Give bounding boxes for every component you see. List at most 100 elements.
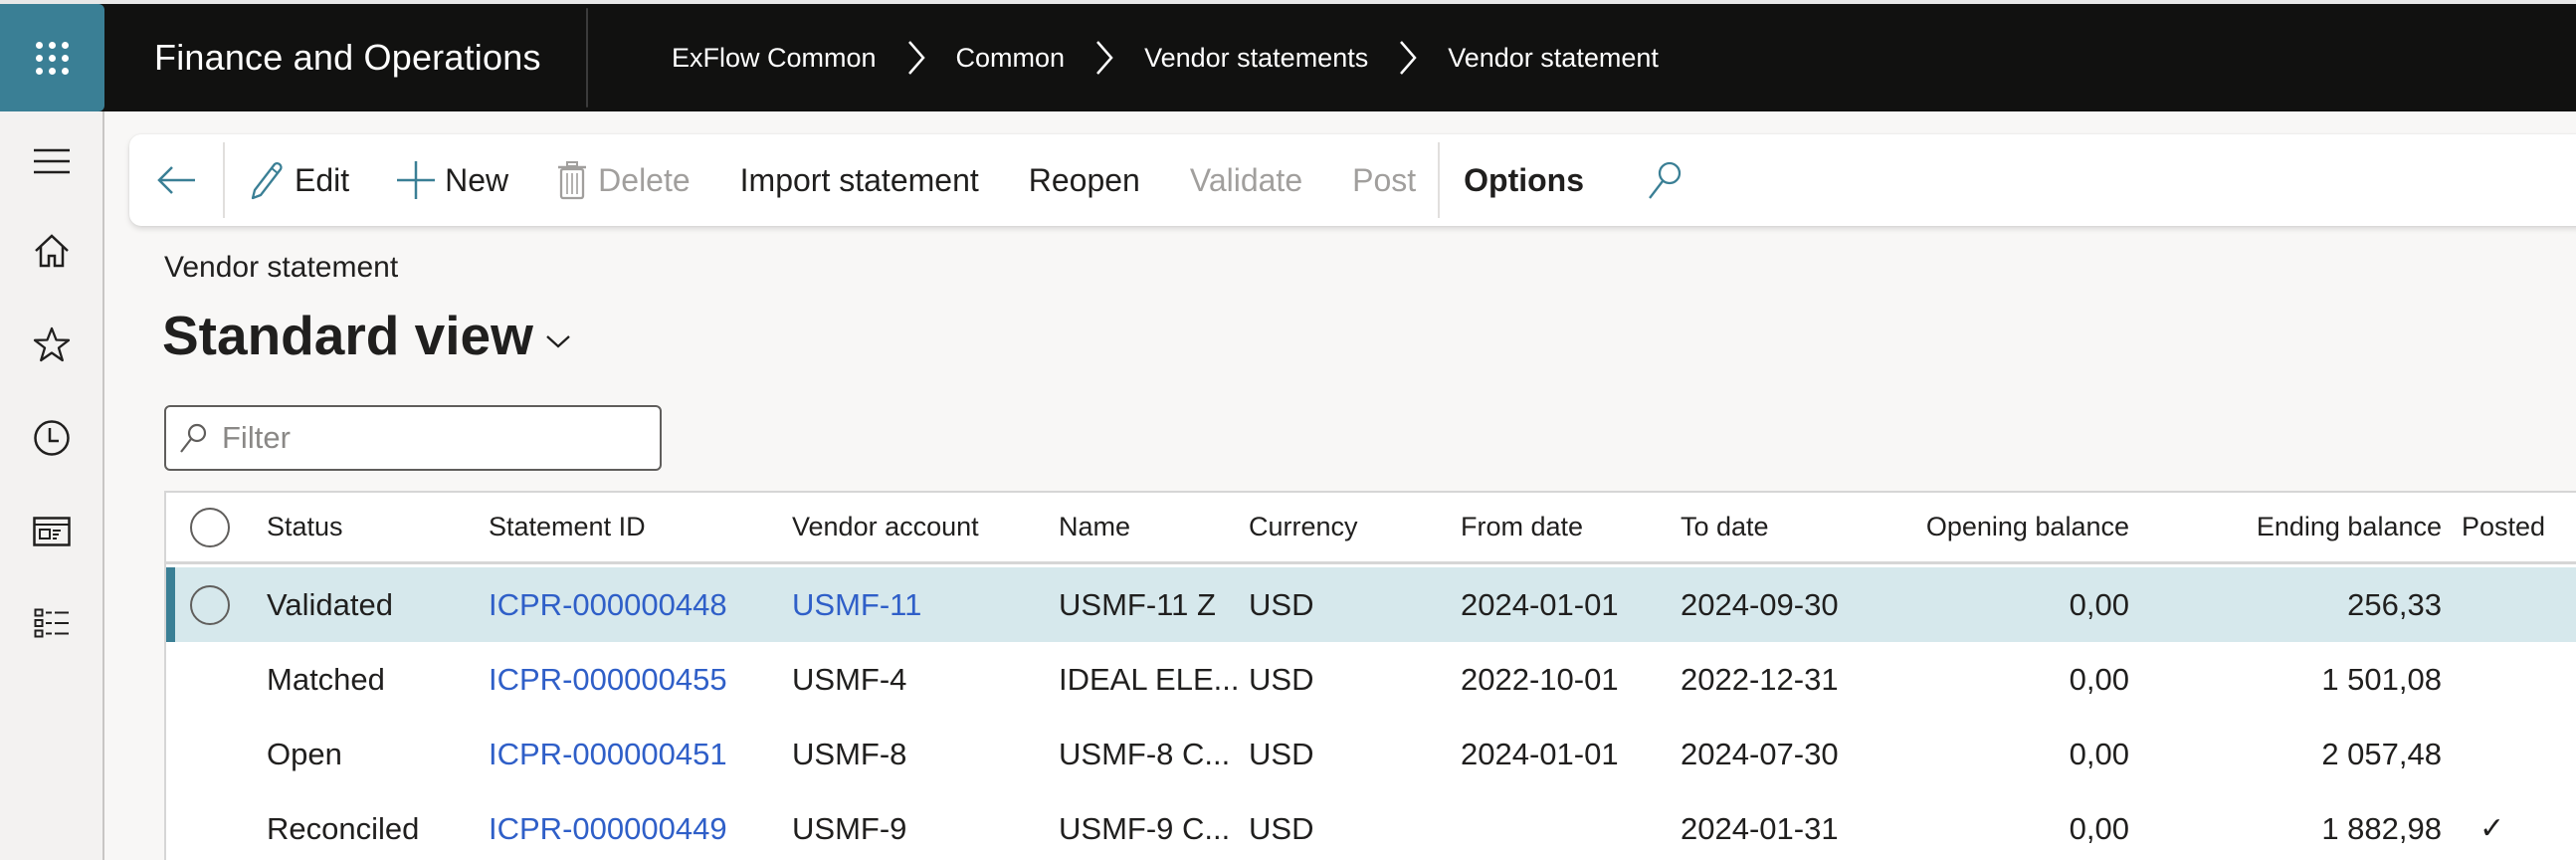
statement-id-link[interactable]: ICPR-000000449 bbox=[489, 791, 777, 860]
chevron-right-icon bbox=[1083, 38, 1126, 78]
statement-id-link[interactable]: ICPR-000000448 bbox=[489, 567, 777, 642]
validate-button[interactable]: Validate bbox=[1190, 134, 1302, 226]
column-header-status[interactable]: Status bbox=[267, 493, 486, 561]
name-cell: USMF-11 Z bbox=[1059, 586, 1216, 622]
hamburger-icon[interactable] bbox=[28, 137, 76, 185]
posted-cell bbox=[2462, 717, 2571, 791]
column-header-vendor-account[interactable]: Vendor account bbox=[792, 493, 1041, 561]
column-header-opening-balance[interactable]: Opening balance bbox=[1917, 493, 2129, 561]
table-row[interactable]: Reconciled ICPR-000000449 USMF-9 USMF-9 C..… bbox=[166, 791, 2576, 860]
currency-cell: USD bbox=[1249, 736, 1314, 771]
star-icon[interactable] bbox=[28, 321, 76, 368]
filter-box bbox=[164, 405, 662, 471]
chevron-right-icon bbox=[1386, 38, 1430, 78]
pencil-icon bbox=[251, 162, 283, 200]
column-header-to-date[interactable]: To date bbox=[1681, 493, 1899, 561]
home-icon[interactable] bbox=[28, 227, 76, 275]
column-header-from-date[interactable]: From date bbox=[1461, 493, 1670, 561]
row-select-radio[interactable] bbox=[190, 584, 230, 625]
trash-icon bbox=[558, 161, 587, 200]
row-select-cell[interactable] bbox=[190, 717, 240, 791]
posted-cell: ✓ bbox=[2462, 791, 2571, 860]
status-cell: Reconciled bbox=[267, 810, 420, 846]
from-date-cell: 2024-01-01 bbox=[1461, 586, 1619, 622]
new-button[interactable]: New bbox=[397, 134, 508, 226]
vendor-account-cell: USMF-9 bbox=[792, 810, 907, 846]
topbar-divider bbox=[586, 8, 588, 108]
select-all-checkbox[interactable] bbox=[190, 493, 240, 561]
action-pane: Edit New Delete Import statement Reopen … bbox=[129, 134, 2576, 226]
delete-button[interactable]: Delete bbox=[556, 134, 691, 226]
opening-balance-cell: 0,00 bbox=[2069, 810, 2129, 846]
app-title[interactable]: Finance and Operations bbox=[154, 4, 541, 111]
clock-icon[interactable] bbox=[28, 414, 76, 462]
back-arrow-icon bbox=[157, 166, 195, 194]
posted-cell bbox=[2462, 642, 2571, 717]
options-tab[interactable]: Options bbox=[1464, 134, 1584, 226]
name-cell: IDEAL ELE... bbox=[1059, 661, 1240, 697]
row-select-cell[interactable] bbox=[190, 642, 240, 717]
column-header-posted[interactable]: Posted bbox=[2462, 493, 2571, 561]
list-icon[interactable] bbox=[28, 599, 76, 647]
delete-label: Delete bbox=[598, 161, 691, 198]
opening-balance-cell: 0,00 bbox=[2069, 736, 2129, 771]
breadcrumb-item-vendor-statement[interactable]: Vendor statement bbox=[1448, 43, 1659, 74]
column-header-ending-balance[interactable]: Ending balance bbox=[2156, 493, 2442, 561]
view-name: Standard view bbox=[162, 305, 533, 366]
checkmark-icon: ✓ bbox=[2479, 812, 2505, 845]
currency-cell: USD bbox=[1249, 810, 1314, 846]
to-date-cell: 2024-07-30 bbox=[1681, 736, 1839, 771]
search-button[interactable] bbox=[1646, 134, 1693, 226]
plus-icon bbox=[397, 161, 436, 199]
app-launcher-button[interactable] bbox=[0, 4, 104, 111]
name-cell: USMF-9 C... bbox=[1059, 810, 1231, 846]
name-cell: USMF-8 C... bbox=[1059, 736, 1231, 771]
posted-cell bbox=[2462, 567, 2571, 642]
breadcrumb-item-vendor-statements[interactable]: Vendor statements bbox=[1144, 43, 1368, 74]
vendor-account-cell: USMF-4 bbox=[792, 661, 907, 697]
vendor-statements-grid: Status Statement ID Vendor account Name … bbox=[164, 491, 2576, 860]
status-cell: Open bbox=[267, 736, 342, 771]
ending-balance-cell: 2 057,48 bbox=[2321, 736, 2442, 771]
column-header-name[interactable]: Name bbox=[1059, 493, 1248, 561]
breadcrumb-item-exflow-common[interactable]: ExFlow Common bbox=[672, 43, 877, 74]
table-row[interactable]: Matched ICPR-000000455 USMF-4 IDEAL ELE... U… bbox=[166, 642, 2576, 717]
to-date-cell: 2024-01-31 bbox=[1681, 810, 1839, 846]
ending-balance-cell: 1 501,08 bbox=[2321, 661, 2442, 697]
edit-button[interactable]: Edit bbox=[247, 134, 349, 226]
view-selector[interactable]: Standard view bbox=[162, 304, 571, 367]
table-row[interactable]: Open ICPR-000000451 USMF-8 USMF-8 C... USD 20… bbox=[166, 717, 2576, 791]
row-select-cell[interactable] bbox=[190, 567, 240, 642]
select-all-radio[interactable] bbox=[190, 507, 230, 547]
statement-id-link[interactable]: ICPR-000000455 bbox=[489, 642, 777, 717]
toolbar-divider bbox=[1438, 142, 1441, 218]
reopen-button[interactable]: Reopen bbox=[1029, 134, 1140, 226]
ending-balance-cell: 256,33 bbox=[2347, 586, 2442, 622]
opening-balance-cell: 0,00 bbox=[2069, 661, 2129, 697]
post-button[interactable]: Post bbox=[1352, 134, 1416, 226]
status-cell: Validated bbox=[267, 586, 393, 622]
filter-input[interactable] bbox=[222, 420, 640, 456]
currency-cell: USD bbox=[1249, 661, 1314, 697]
row-select-cell[interactable] bbox=[190, 791, 240, 860]
vendor-account-cell: USMF-8 bbox=[792, 736, 907, 771]
from-date-cell: 2024-01-01 bbox=[1461, 736, 1619, 771]
from-date-cell: 2022-10-01 bbox=[1461, 661, 1619, 697]
statement-id-link[interactable]: ICPR-000000451 bbox=[489, 717, 777, 791]
column-header-statement-id[interactable]: Statement ID bbox=[489, 493, 777, 561]
table-row[interactable]: Validated ICPR-000000448 USMF-11 USMF-11 Z U… bbox=[166, 567, 2576, 642]
column-header-currency[interactable]: Currency bbox=[1249, 493, 1448, 561]
breadcrumb: ExFlow Common Common Vendor statements V… bbox=[672, 4, 1659, 111]
search-icon bbox=[1649, 161, 1682, 199]
chevron-right-icon bbox=[894, 38, 938, 78]
vendor-account-cell[interactable]: USMF-11 bbox=[792, 567, 1041, 642]
back-button[interactable] bbox=[157, 134, 197, 226]
edit-label: Edit bbox=[295, 161, 350, 198]
chevron-down-icon bbox=[546, 335, 570, 348]
filter-search-icon bbox=[180, 423, 207, 453]
breadcrumb-item-common[interactable]: Common bbox=[956, 43, 1066, 74]
workspace-icon[interactable] bbox=[28, 508, 76, 555]
import-statement-button[interactable]: Import statement bbox=[740, 134, 979, 226]
currency-cell: USD bbox=[1249, 586, 1314, 622]
app-launcher-waffle-icon bbox=[36, 41, 69, 75]
